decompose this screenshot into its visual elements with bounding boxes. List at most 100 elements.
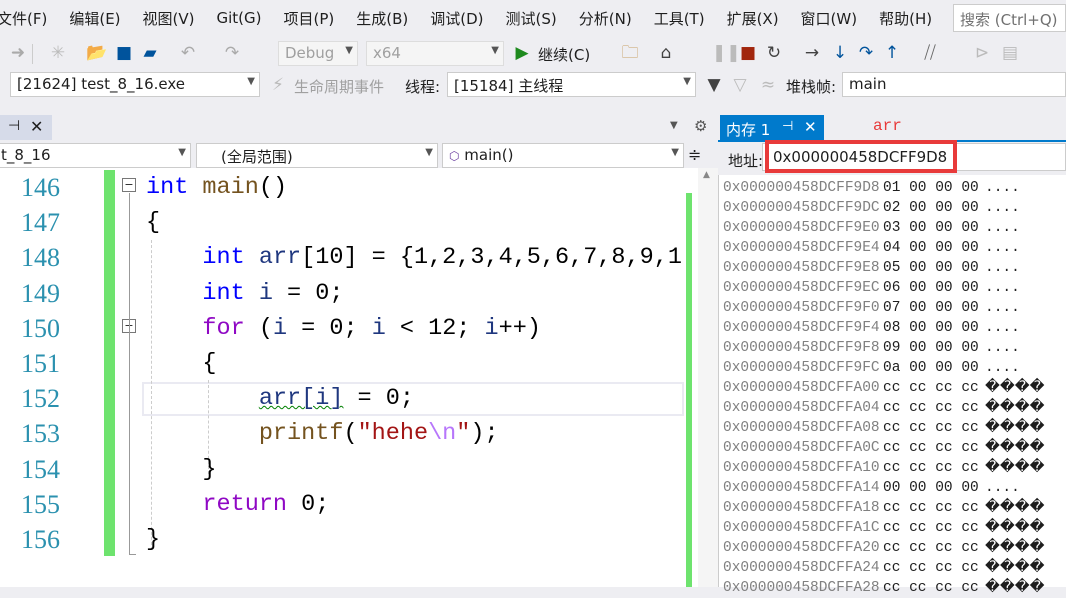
- memory-tab[interactable]: 内存 1 ⊣ ✕: [720, 115, 824, 140]
- menu-item[interactable]: 分析(N): [568, 8, 643, 29]
- code-line: arr[i] = 0;: [146, 381, 414, 416]
- memory-bytes[interactable]: cc cc cc cc: [883, 578, 979, 598]
- memory-bytes[interactable]: cc cc cc cc: [883, 438, 979, 458]
- stack-frame-select[interactable]: main: [842, 72, 1066, 97]
- memory-bytes[interactable]: cc cc cc cc: [883, 458, 979, 478]
- lifecycle-events-button[interactable]: 生命周期事件: [294, 76, 384, 97]
- open-folder-icon[interactable]: 📂: [86, 42, 107, 64]
- memory-bytes[interactable]: 02 00 00 00: [883, 198, 979, 218]
- code-token: main: [202, 174, 259, 201]
- scope-select[interactable]: (全局范围) ▼: [196, 143, 438, 168]
- show-next-statement-icon[interactable]: →: [802, 42, 822, 64]
- memory-bytes[interactable]: cc cc cc cc: [883, 498, 979, 518]
- chevron-down-icon: ▼: [425, 147, 433, 158]
- save-icon[interactable]: ■: [114, 42, 134, 64]
- memory-address: 0x000000458DCFFA08: [723, 420, 880, 436]
- memory-chars: ����: [985, 520, 1045, 536]
- memory-bytes[interactable]: 04 00 00 00: [883, 238, 979, 258]
- menu-item[interactable]: 窗口(W): [790, 8, 869, 29]
- memory-bytes[interactable]: 06 00 00 00: [883, 278, 979, 298]
- filter-icon[interactable]: ▼: [704, 74, 724, 96]
- menu-item[interactable]: 视图(V): [132, 8, 206, 29]
- memory-chars: ....: [985, 480, 1020, 496]
- memory-bytes[interactable]: 03 00 00 00: [883, 218, 979, 238]
- hex-display-icon[interactable]: ⧸⧸: [920, 42, 940, 64]
- pin-icon[interactable]: ⊣: [8, 118, 20, 134]
- play-icon[interactable]: ▶: [512, 42, 532, 64]
- stop-icon[interactable]: ■: [738, 42, 758, 64]
- code-editor[interactable]: − − ▲ 146147148149150151152153154155156i…: [0, 168, 718, 587]
- close-icon[interactable]: ✕: [804, 118, 817, 136]
- find-folder-icon[interactable]: 🗀: [620, 42, 640, 64]
- memory-bytes[interactable]: 09 00 00 00: [883, 338, 979, 358]
- menu-item[interactable]: 工具(T): [643, 8, 716, 29]
- memory-bytes[interactable]: cc cc cc cc: [883, 418, 979, 438]
- menu-item[interactable]: 调试(D): [419, 8, 494, 29]
- address-input[interactable]: 0x000000458DCFF9D8: [765, 140, 957, 173]
- scroll-up-icon[interactable]: ▲: [703, 170, 710, 180]
- menu-item[interactable]: 编辑(E): [58, 8, 131, 29]
- memory-bytes[interactable]: 07 00 00 00: [883, 298, 979, 318]
- code-token: );: [470, 420, 499, 448]
- platform-select[interactable]: x64 ▼: [366, 41, 504, 66]
- home-icon[interactable]: ⌂: [656, 42, 676, 64]
- step-over-icon[interactable]: ↷: [856, 42, 876, 64]
- save-all-icon[interactable]: ▰: [140, 42, 160, 64]
- collapse-icon[interactable]: −: [122, 178, 136, 192]
- memory-chars: ����: [985, 580, 1045, 596]
- flag-threads-icon[interactable]: ≈: [758, 74, 778, 96]
- bookmark-icon[interactable]: ▤: [1000, 42, 1020, 64]
- function-select[interactable]: ⬡ main() ▼: [442, 143, 684, 168]
- menu-item[interactable]: 生成(B): [345, 8, 419, 29]
- continue-button[interactable]: 继续(C): [538, 44, 590, 65]
- close-icon[interactable]: ✕: [30, 117, 43, 136]
- filter-clear-icon[interactable]: ▽: [730, 74, 750, 96]
- lifecycle-icon[interactable]: ⚡: [268, 74, 288, 96]
- memory-bytes[interactable]: 01 00 00 00: [883, 178, 979, 198]
- restart-icon[interactable]: ↻: [764, 42, 784, 64]
- line-number: 152: [21, 384, 60, 414]
- editor-tab[interactable]: ⊣ ✕: [0, 115, 52, 140]
- pause-icon[interactable]: ❚❚: [712, 42, 741, 64]
- line-number: 154: [21, 454, 60, 484]
- menu-item[interactable]: 文件(F): [0, 8, 58, 29]
- menu-item[interactable]: 帮助(H): [868, 8, 943, 29]
- undo-icon[interactable]: ↶: [178, 42, 198, 64]
- memory-bytes[interactable]: cc cc cc cc: [883, 558, 979, 578]
- process-select[interactable]: [21624] test_8_16.exe ▼: [10, 72, 260, 97]
- step-into-icon[interactable]: ↓: [830, 42, 850, 64]
- configuration-select[interactable]: Debug ▼: [278, 41, 358, 66]
- redo-icon[interactable]: ↷: [222, 42, 242, 64]
- memory-chars: ����: [985, 460, 1045, 476]
- thread-select[interactable]: [15184] 主线程 ▼: [447, 72, 696, 97]
- tab-list-dropdown-icon[interactable]: ▼: [670, 120, 678, 131]
- vertical-scrollbar[interactable]: ▲: [698, 168, 718, 587]
- memory-bytes[interactable]: 00 00 00 00: [883, 478, 979, 498]
- gear-icon[interactable]: ⚙: [694, 117, 707, 135]
- project-select[interactable]: t_8_16 ▼: [0, 143, 191, 168]
- memory-bytes[interactable]: 05 00 00 00: [883, 258, 979, 278]
- memory-bytes[interactable]: cc cc cc cc: [883, 398, 979, 418]
- navigate-forward-icon[interactable]: ➜: [8, 42, 28, 64]
- search-input[interactable]: 搜索 (Ctrl+Q): [953, 4, 1066, 32]
- memory-grid[interactable]: 0x000000458DCFF9D8 01 00 00 00.... 0x00000…: [718, 175, 1066, 596]
- step-out-icon[interactable]: ↑: [882, 42, 902, 64]
- memory-bytes[interactable]: 08 00 00 00: [883, 318, 979, 338]
- new-item-icon[interactable]: ✳: [48, 42, 68, 64]
- menu-item[interactable]: 项目(P): [273, 8, 346, 29]
- split-window-icon[interactable]: ≑: [688, 145, 701, 164]
- memory-bytes[interactable]: cc cc cc cc: [883, 518, 979, 538]
- memory-bytes[interactable]: 0a 00 00 00: [883, 358, 979, 378]
- memory-address: 0x000000458DCFFA24: [723, 560, 880, 576]
- scrollbar-change-marker: [686, 193, 692, 587]
- memory-bytes[interactable]: cc cc cc cc: [883, 538, 979, 558]
- pin-icon[interactable]: ⊣: [782, 119, 793, 134]
- menu-item[interactable]: 测试(S): [495, 8, 568, 29]
- memory-bytes[interactable]: cc cc cc cc: [883, 378, 979, 398]
- menu-item[interactable]: 扩展(X): [716, 8, 790, 29]
- menu-item[interactable]: Git(G): [206, 9, 273, 27]
- breakpoint-icon[interactable]: ⊳: [972, 42, 992, 64]
- project-value: t_8_16: [1, 146, 51, 164]
